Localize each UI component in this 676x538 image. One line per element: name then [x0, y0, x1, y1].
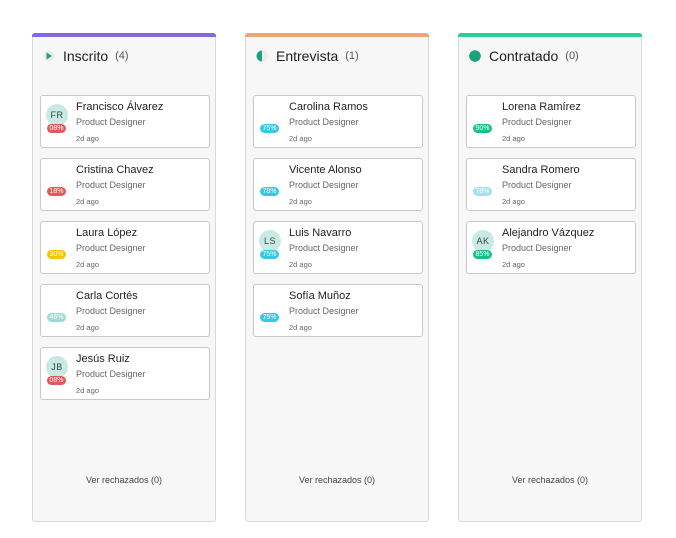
candidate-role: Product Designer [76, 306, 146, 316]
candidate-name: Sandra Romero [502, 164, 580, 176]
column-count: (1) [345, 50, 359, 62]
half-circle-icon [256, 50, 268, 62]
candidate-name: Laura López [76, 227, 138, 239]
candidate-card[interactable]: AK 85% Alejandro Vázquez Product Designer 2d… [466, 221, 636, 274]
candidate-card[interactable]: 46% Carla Cortés Product Designer 2d ago [40, 284, 210, 337]
match-score-badge: 75% [260, 124, 279, 133]
candidate-role: Product Designer [76, 117, 146, 127]
candidate-name: Sofía Muñoz [289, 290, 351, 302]
candidate-role: Product Designer [289, 243, 359, 253]
candidate-card[interactable]: 75% Carolina Ramos Product Designer 2d ago [253, 95, 423, 148]
candidate-time: 2d ago [289, 260, 312, 269]
candidate-card[interactable]: 90% Lorena Ramírez Product Designer 2d ago [466, 95, 636, 148]
column-header: Contratado (0) [469, 47, 579, 65]
candidate-name: Carla Cortés [76, 290, 138, 302]
view-rejected-link[interactable]: Ver rechazados (0) [33, 475, 215, 485]
candidate-name: Alejandro Vázquez [502, 227, 595, 239]
column-title: Contratado [489, 48, 559, 64]
candidate-role: Product Designer [502, 180, 572, 190]
match-score-badge: 78% [260, 187, 279, 196]
match-score-badge: 78% [473, 187, 492, 196]
match-score-badge: 08% [47, 124, 66, 133]
candidate-name: Vicente Alonso [289, 164, 362, 176]
avatar: JB [46, 356, 68, 378]
view-rejected-link[interactable]: Ver rechazados (0) [459, 475, 641, 485]
candidate-time: 2d ago [76, 134, 99, 143]
candidate-role: Product Designer [289, 117, 359, 127]
match-score-badge: 08% [47, 376, 66, 385]
candidate-time: 2d ago [76, 260, 99, 269]
match-score-badge: 75% [260, 250, 279, 259]
avatar: LS [259, 230, 281, 252]
candidate-time: 2d ago [76, 197, 99, 206]
column-color-bar [458, 33, 642, 37]
candidate-card[interactable]: 30% Laura López Product Designer 2d ago [40, 221, 210, 274]
match-score-badge: 30% [47, 250, 66, 259]
candidate-role: Product Designer [289, 306, 359, 316]
match-score-badge: 18% [47, 187, 66, 196]
column-count: (0) [565, 50, 579, 62]
candidate-time: 2d ago [289, 323, 312, 332]
match-score-badge: 85% [473, 250, 492, 259]
match-score-badge: 75% [260, 313, 279, 322]
candidate-time: 2d ago [289, 134, 312, 143]
candidate-card[interactable]: LS 75% Luis Navarro Product Designer 2d ago [253, 221, 423, 274]
candidate-card[interactable]: 78% Vicente Alonso Product Designer 2d ago [253, 158, 423, 211]
candidate-name: Jesús Ruiz [76, 353, 130, 365]
candidate-time: 2d ago [502, 260, 525, 269]
card-list: 75% Carolina Ramos Product Designer 2d ago 7… [253, 95, 423, 347]
candidate-card[interactable]: 18% Cristina Chavez Product Designer 2d ago [40, 158, 210, 211]
column-color-bar [32, 33, 216, 37]
candidate-card[interactable]: 75% Sofía Muñoz Product Designer 2d ago [253, 284, 423, 337]
match-score-badge: 90% [473, 124, 492, 133]
candidate-role: Product Designer [76, 243, 146, 253]
avatar: AK [472, 230, 494, 252]
column-inscrito: Inscrito (4) FR 08% Francisco Álvarez Produ… [32, 33, 216, 522]
candidate-role: Product Designer [502, 117, 572, 127]
candidate-time: 2d ago [76, 323, 99, 332]
kanban-board: Inscrito (4) FR 08% Francisco Álvarez Produ… [0, 0, 676, 538]
candidate-name: Francisco Álvarez [76, 101, 164, 113]
candidate-time: 2d ago [289, 197, 312, 206]
column-header: Inscrito (4) [43, 47, 129, 65]
candidate-role: Product Designer [289, 180, 359, 190]
column-color-bar [245, 33, 429, 37]
candidate-role: Product Designer [502, 243, 572, 253]
candidate-time: 2d ago [76, 386, 99, 395]
candidate-name: Cristina Chavez [76, 164, 154, 176]
column-title: Entrevista [276, 48, 339, 64]
candidate-role: Product Designer [76, 180, 146, 190]
candidate-card[interactable]: 78% Sandra Romero Product Designer 2d ago [466, 158, 636, 211]
card-list: 90% Lorena Ramírez Product Designer 2d ago 7… [466, 95, 636, 284]
column-count: (4) [115, 50, 129, 62]
card-list: FR 08% Francisco Álvarez Product Designer 2d… [40, 95, 210, 410]
candidate-name: Luis Navarro [289, 227, 352, 239]
column-contratado: Contratado (0) 90% Lorena Ramírez Product … [458, 33, 642, 522]
play-icon [43, 50, 55, 62]
candidate-name: Lorena Ramírez [502, 101, 581, 113]
candidate-card[interactable]: FR 08% Francisco Álvarez Product Designer 2d… [40, 95, 210, 148]
avatar: FR [46, 104, 68, 126]
column-entrevista: Entrevista (1) 75% Carolina Ramos Product … [245, 33, 429, 522]
column-title: Inscrito [63, 48, 109, 64]
candidate-card[interactable]: JB 08% Jesús Ruiz Product Designer 2d ago [40, 347, 210, 400]
candidate-role: Product Designer [76, 369, 146, 379]
column-header: Entrevista (1) [256, 47, 359, 65]
candidate-time: 2d ago [502, 197, 525, 206]
match-score-badge: 46% [47, 313, 66, 322]
filled-circle-icon [469, 50, 481, 62]
view-rejected-link[interactable]: Ver rechazados (0) [246, 475, 428, 485]
candidate-name: Carolina Ramos [289, 101, 368, 113]
candidate-time: 2d ago [502, 134, 525, 143]
